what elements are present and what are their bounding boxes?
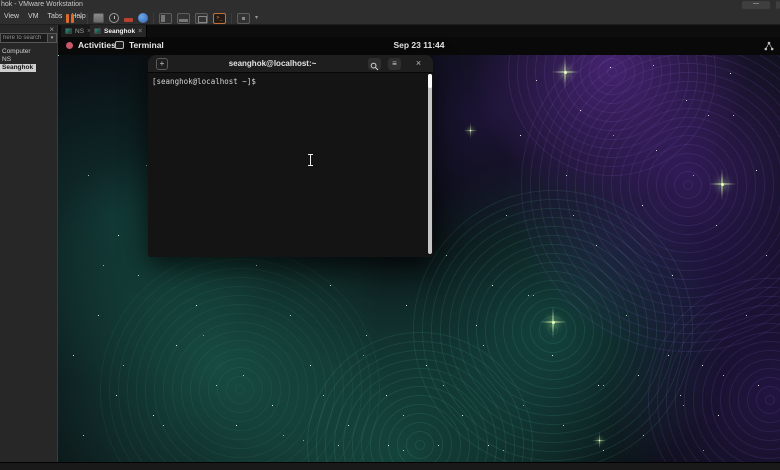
vmware-statusbar [0,462,780,470]
new-tab-icon[interactable]: + [156,58,168,70]
menu-view[interactable]: View [4,13,19,20]
gnome-topbar: Activities Terminal Sep 23 11:44 [58,37,780,55]
bright-star [539,306,568,339]
clock-button[interactable]: Sep 23 11:44 [58,40,780,50]
tab-seanghok[interactable]: Seanghok × [90,25,148,37]
bright-star [708,168,737,201]
tree-item-seanghok[interactable]: Seanghok [0,64,37,72]
show-library-icon[interactable] [159,12,173,24]
network-status-icon[interactable] [764,41,774,51]
terminal-close-icon[interactable]: × [412,58,425,70]
stretch-dropdown-icon[interactable]: ▾ [255,15,258,21]
terminal-scrollbar[interactable] [428,74,432,254]
tree-item-ns[interactable]: NS [0,56,57,64]
terminal-menu-icon[interactable]: ≡ [388,58,401,70]
bright-star [551,56,580,89]
terminal-search-icon[interactable] [368,58,381,71]
menu-tabs[interactable]: Tabs [48,13,63,20]
menu-vm[interactable]: VM [28,13,39,20]
tab-label: Seanghok [104,27,136,35]
library-search-text: here to search [3,35,42,41]
terminal-title: seanghok@localhost:~ [228,59,317,68]
bright-star [463,122,478,139]
toolbar-separator [231,12,233,24]
vm-tabbar: NS × Seanghok × [58,25,780,37]
library-search-input[interactable]: here to search ▾ [0,33,57,43]
nebula-ring [100,250,380,462]
vm-display: Activities Terminal Sep 23 11:44 + seang… [58,37,780,462]
toolbar-separator [87,12,89,24]
console-terminal-icon[interactable]: >_ [213,12,227,24]
show-console-icon[interactable] [177,12,191,24]
vmware-workstation-window: hok - VMware Workstation — View VM Tabs … [0,0,780,470]
bright-star [592,432,607,449]
snapshot-clock-icon[interactable] [109,13,120,23]
tree-item-computer[interactable]: Computer [0,48,57,56]
terminal-screen[interactable]: [seanghok@localhost ~]$ [148,74,433,257]
shell-prompt: [seanghok@localhost ~]$ [152,77,256,86]
power-dropdown-icon[interactable]: ▾ [79,15,82,21]
terminal-window: + seanghok@localhost:~ ≡ × [seanghok@loc… [148,55,433,257]
minimize-button[interactable]: — [742,1,770,9]
search-dropdown-icon[interactable]: ▾ [47,34,56,42]
terminal-titlebar[interactable]: + seanghok@localhost:~ ≡ × [148,55,433,73]
library-sidebar: × here to search ▾ Computer NS Seanghok [0,25,58,462]
toolbar: ▾ >_ ▾ [66,12,258,24]
tab-label: NS [75,27,85,35]
fullscreen-icon[interactable] [195,12,209,24]
window-titlebar: hok - VMware Workstation — [0,0,780,10]
toolbar-separator [153,12,155,24]
starfield [58,55,59,56]
free-stretch-icon[interactable] [237,12,251,24]
maximize-button[interactable] [776,1,780,9]
window-title: hok - VMware Workstation [1,1,83,8]
revert-snapshot-icon[interactable] [124,17,134,22]
tab-close-icon[interactable]: × [138,28,142,35]
library-tree: Computer NS Seanghok [0,48,57,72]
scrollbar-thumb[interactable] [428,74,432,88]
vm-thumbnail-icon [94,28,101,34]
vm-thumbnail-icon [65,28,72,34]
pause-vm-icon[interactable] [66,13,74,23]
snapshot-manager-icon[interactable] [138,13,149,23]
menu-toolbar-row: View VM Tabs Help ▾ >_ ▾ [0,10,780,25]
send-ctrl-alt-del-icon[interactable] [93,13,105,23]
